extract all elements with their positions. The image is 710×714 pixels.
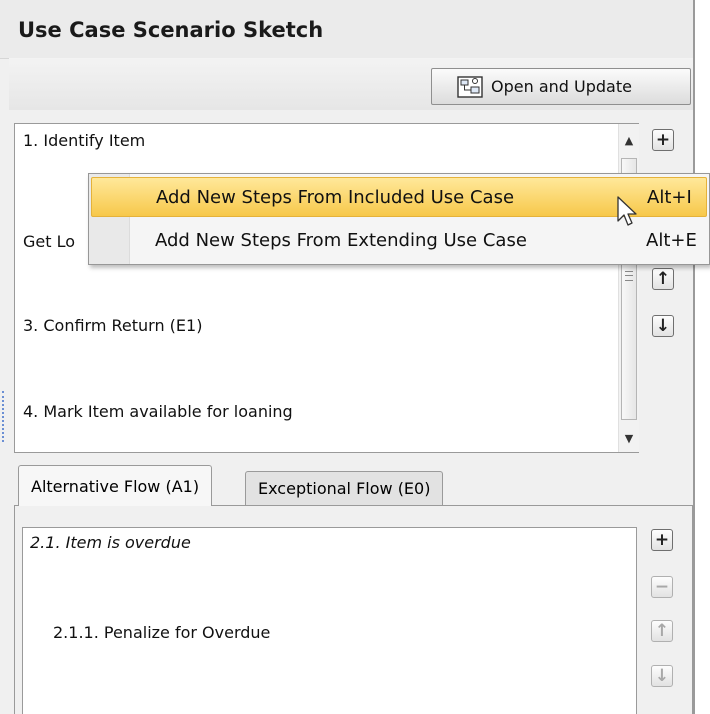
resize-handle[interactable] (2, 391, 4, 442)
step-item-3[interactable]: 3. Confirm Return (E1) (23, 316, 202, 335)
menu-item-add-included-steps[interactable]: Add New Steps From Included Use Case Alt… (91, 177, 707, 217)
add-flow-step-button[interactable]: + (651, 529, 673, 551)
menu-item-shortcut: Alt+E (646, 230, 697, 251)
open-and-update-button[interactable]: Open and Update (431, 68, 691, 105)
step-item-2[interactable]: Get Lo (23, 232, 75, 251)
add-step-button[interactable]: + (652, 129, 674, 151)
menu-item-label: Add New Steps From Extending Use Case (155, 230, 527, 251)
scroll-up-arrow[interactable]: ▲ (622, 134, 636, 148)
tab-exceptional-flow[interactable]: Exceptional Flow (E0) (245, 471, 444, 505)
menu-item-add-extending-steps[interactable]: Add New Steps From Extending Use Case Al… (91, 221, 707, 261)
tab-exceptional-flow-label: Exceptional Flow (E0) (258, 479, 431, 498)
menu-item-shortcut: Alt+I (647, 187, 692, 208)
open-and-update-label: Open and Update (491, 77, 632, 96)
diagram-update-icon (457, 75, 483, 98)
step-item-4[interactable]: 4. Mark Item available for loaning (23, 402, 293, 421)
scroll-down-arrow[interactable]: ▼ (622, 432, 636, 446)
scroll-grip-icon (625, 271, 633, 281)
menu-item-label: Add New Steps From Included Use Case (156, 187, 515, 208)
move-step-down-button[interactable]: ↓ (652, 315, 674, 337)
remove-flow-step-button[interactable]: − (651, 576, 673, 598)
mouse-cursor-icon (617, 196, 637, 226)
panel-header: Use Case Scenario Sketch (0, 0, 693, 59)
window-edge (695, 0, 710, 714)
step-item-1[interactable]: 1. Identify Item (23, 131, 145, 150)
move-step-up-button[interactable]: ↑ (652, 268, 674, 290)
flow-item-1[interactable]: 2.1. Item is overdue (30, 533, 191, 552)
tab-alternative-flow[interactable]: Alternative Flow (A1) (18, 465, 213, 506)
tab-alternative-flow-label: Alternative Flow (A1) (31, 477, 200, 496)
flow-item-2[interactable]: 2.1.1. Penalize for Overdue (53, 623, 270, 642)
toolbar: Open and Update (9, 58, 693, 110)
move-flow-step-up-button[interactable]: ↑ (651, 620, 673, 642)
flow-steps-list[interactable] (22, 527, 637, 714)
panel-title: Use Case Scenario Sketch (18, 18, 324, 42)
move-flow-step-down-button[interactable]: ↓ (651, 665, 673, 687)
